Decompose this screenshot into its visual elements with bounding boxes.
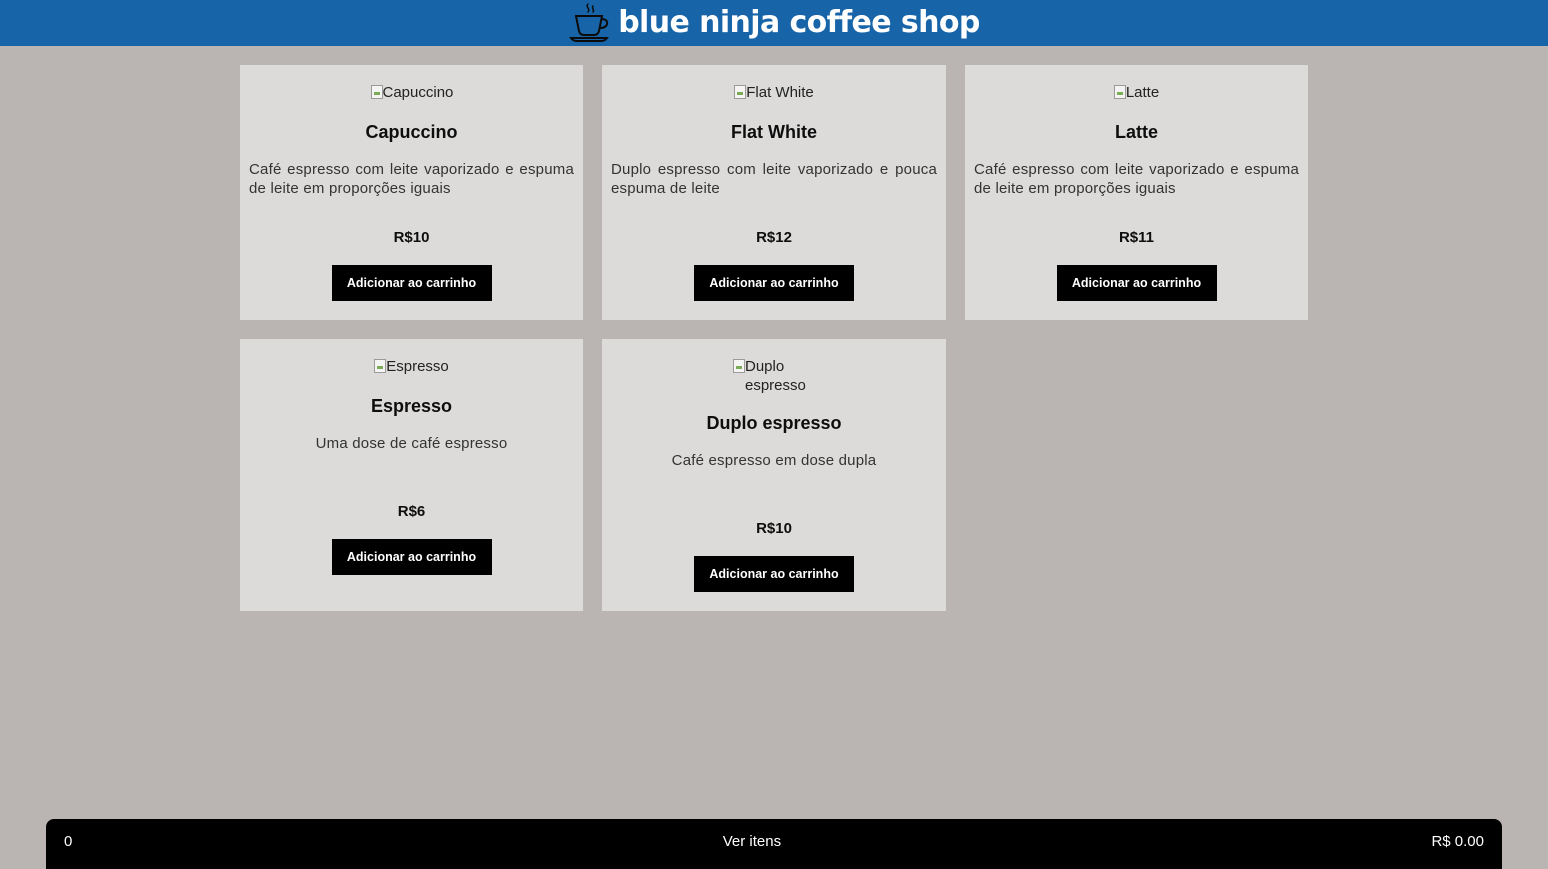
- product-card-espresso: Espresso Espresso Uma dose de café espre…: [240, 339, 583, 611]
- image-alt-text: Capuccino: [382, 84, 454, 101]
- image-alt-text: Latte: [1125, 84, 1160, 101]
- product-price: R$10: [393, 229, 430, 246]
- product-card-latte: Latte Latte Café espresso com leite vapo…: [965, 65, 1308, 320]
- product-description: Uma dose de café espresso: [315, 435, 508, 452]
- cart-bar[interactable]: 0 Ver itens R$ 0.00: [46, 819, 1502, 869]
- product-price: R$11: [1118, 229, 1155, 246]
- image-alt-text: Duplo espresso: [745, 358, 806, 394]
- product-price: R$12: [756, 229, 792, 246]
- view-items-button[interactable]: Ver itens: [723, 833, 781, 850]
- product-image: Flat White: [734, 83, 814, 102]
- product-name: Capuccino: [365, 122, 458, 142]
- product-image: Espresso: [374, 357, 449, 376]
- broken-image-icon: [733, 359, 745, 373]
- product-card-duplo-espresso: Duplo espresso Duplo espresso Café espre…: [602, 339, 946, 611]
- product-card-capuccino: Capuccino Capuccino Café espresso com le…: [240, 65, 583, 320]
- coffee-cup-icon: [569, 3, 610, 42]
- cart-item-count: 0: [64, 833, 73, 850]
- product-description: Café espresso com leite vaporizado e esp…: [974, 161, 1299, 197]
- product-name: Flat White: [731, 122, 817, 142]
- shop-title: blue ninja coffee shop: [618, 5, 980, 40]
- product-price: R$10: [756, 520, 792, 537]
- product-description: Café espresso em dose dupla: [671, 452, 877, 469]
- product-name: Espresso: [370, 396, 453, 416]
- product-card-flat-white: Flat White Flat White Duplo espresso com…: [602, 65, 946, 320]
- product-name: Duplo espresso: [706, 413, 842, 433]
- image-alt-text: Espresso: [386, 358, 449, 375]
- product-description: Café espresso com leite vaporizado e esp…: [249, 161, 574, 197]
- add-to-cart-button[interactable]: Adicionar ao carrinho: [694, 556, 854, 592]
- broken-image-icon: [1113, 85, 1126, 99]
- product-image: Latte: [1113, 83, 1160, 102]
- broken-image-icon: [734, 85, 747, 99]
- product-name: Latte: [1114, 122, 1158, 142]
- brand: blue ninja coffee shop: [568, 2, 980, 44]
- product-image: Capuccino: [370, 83, 454, 102]
- site-header: blue ninja coffee shop: [0, 0, 1548, 46]
- product-price: R$6: [397, 503, 426, 520]
- broken-image-icon: [370, 85, 383, 99]
- add-to-cart-button[interactable]: Adicionar ao carrinho: [694, 265, 854, 301]
- product-image: Duplo espresso: [733, 357, 815, 395]
- image-alt-text: Flat White: [746, 84, 814, 101]
- add-to-cart-button[interactable]: Adicionar ao carrinho: [1056, 265, 1217, 301]
- add-to-cart-button[interactable]: Adicionar ao carrinho: [331, 539, 492, 575]
- add-to-cart-button[interactable]: Adicionar ao carrinho: [331, 265, 492, 301]
- product-description: Duplo espresso com leite vaporizado e po…: [611, 161, 937, 197]
- broken-image-icon: [374, 359, 387, 373]
- cart-total: R$ 0.00: [1431, 833, 1484, 850]
